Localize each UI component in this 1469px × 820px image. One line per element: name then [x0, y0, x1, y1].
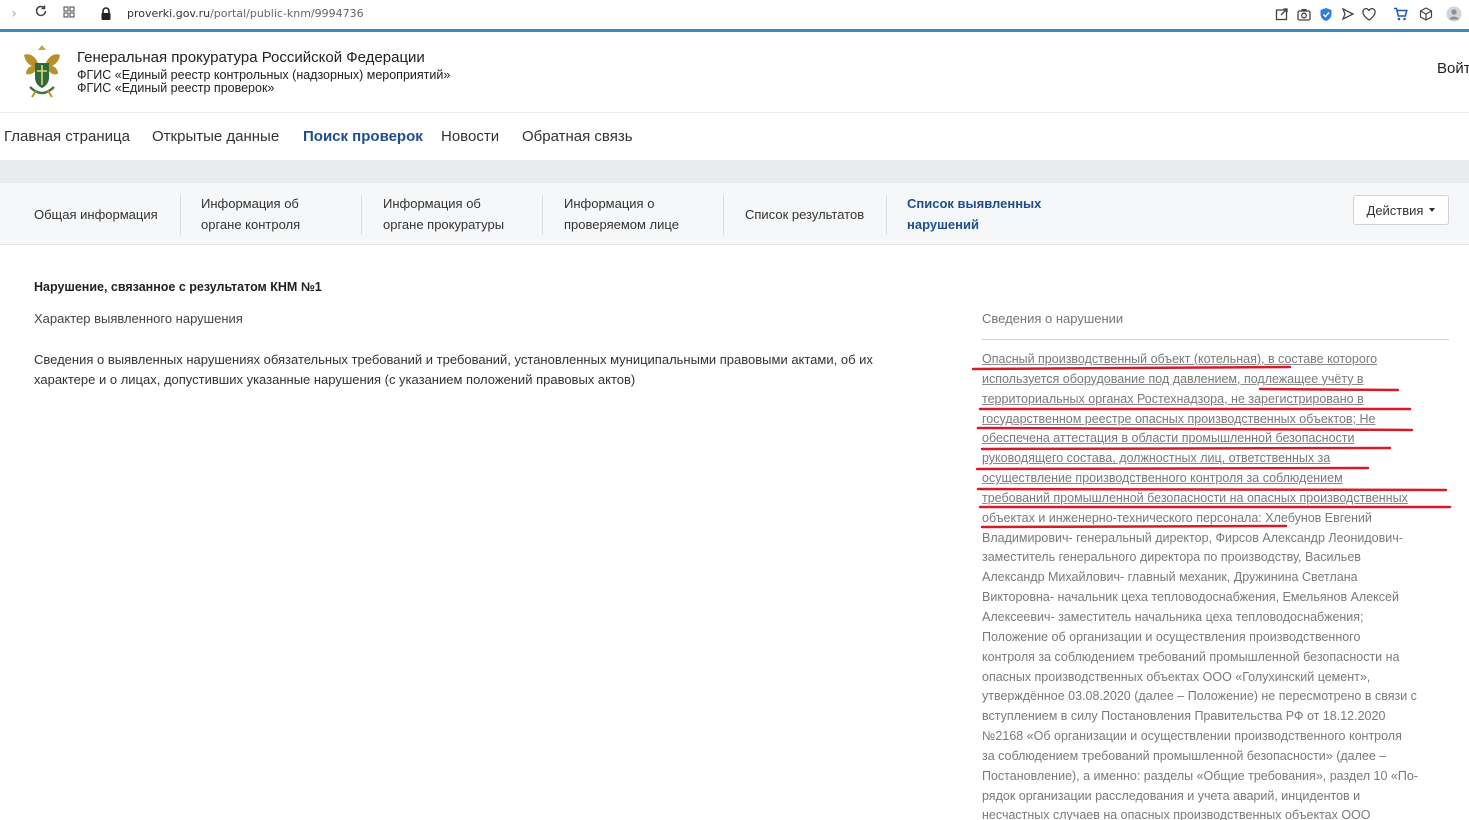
camera-icon[interactable]: [1295, 5, 1313, 23]
details-line: объектах и инженерно-технического персон…: [982, 510, 1372, 525]
site-header: Генеральная прокуратура Российской Федер…: [0, 32, 1469, 112]
send-icon[interactable]: [1339, 5, 1357, 23]
details-line: используется оборудование под давлением,…: [982, 371, 1364, 386]
tab-general-info[interactable]: Общая информация: [34, 183, 158, 245]
tab-divider: [180, 195, 181, 235]
details-line: Положение об организации и осуществления…: [982, 629, 1361, 644]
url-domain: proverki.gov.ru: [127, 7, 211, 20]
shield-check-icon[interactable]: [1317, 5, 1335, 23]
tab-divider: [361, 195, 362, 235]
url-path: /portal/public-knm/9994736: [210, 7, 364, 20]
nav-feedback[interactable]: Обратная связь: [522, 127, 633, 147]
prosecutor-emblem-icon[interactable]: [16, 41, 68, 101]
reload-icon[interactable]: [31, 4, 51, 24]
tab-label-line2: нарушений: [907, 217, 979, 232]
details-line: требований промышленной безопасности на …: [982, 490, 1408, 505]
share-icon[interactable]: [1273, 5, 1291, 23]
tab-label-line1: Информация об: [383, 196, 481, 211]
column-divider: [982, 339, 1449, 340]
lock-icon: [99, 6, 115, 22]
details-line: вступлением в силу Постановления Правите…: [982, 709, 1386, 724]
cart-icon[interactable]: [1391, 5, 1409, 23]
tab-label-line1: Информация о: [564, 196, 655, 211]
system-subtitle-knm: ФГИС «Единый реестр контрольных (надзорн…: [77, 68, 451, 82]
details-line: №2168 «Об организации и осуществлении пр…: [982, 729, 1402, 744]
tab-label-line1: Список выявленных: [907, 196, 1042, 211]
heart-icon[interactable]: [1360, 5, 1378, 23]
tab-inspected-entity[interactable]: Информация о проверяемом лице: [564, 183, 679, 245]
details-line: контроля за соблюдением требований промы…: [982, 649, 1400, 664]
details-line: Постановление), а именно: разделы «Общие…: [982, 768, 1418, 783]
details-line: руководящего состава, должностных лиц, о…: [982, 451, 1331, 466]
tab-divider: [723, 195, 724, 235]
nav-news[interactable]: Новости: [441, 127, 499, 147]
address-bar[interactable]: proverki.gov.ru/portal/public-knm/999473…: [127, 6, 364, 22]
details-line: Опасный производственный объект (котельн…: [982, 352, 1378, 366]
tab-label-line1: Информация об: [201, 196, 299, 211]
actions-dropdown-button[interactable]: Действия: [1353, 195, 1449, 225]
column-header-violation-details: Сведения о нарушении: [982, 311, 1124, 326]
apps-grid-icon[interactable]: [59, 4, 79, 24]
tab-results-list[interactable]: Список результатов: [745, 183, 864, 245]
tab-control-body[interactable]: Информация об органе контроля: [201, 183, 300, 245]
details-line: территориальных органах Ростехнадзора, н…: [982, 391, 1364, 406]
details-line: опасных производственных объектах ООО «Г…: [982, 669, 1371, 684]
box-icon[interactable]: [1417, 5, 1435, 23]
details-line: государственном реестре опасных производ…: [982, 411, 1376, 426]
details-line: Викторовна- начальник цеха тепловодоснаб…: [982, 590, 1399, 605]
main-navigation: Главная страница Открытые данные Поиск п…: [0, 112, 1469, 160]
details-line: утверждённое 03.08.2020 (далее – Положен…: [982, 689, 1417, 704]
details-line: несчастных случаев на опасных производст…: [982, 808, 1371, 820]
tab-label: Список результатов: [745, 206, 865, 222]
page-band: [0, 160, 1469, 183]
caret-down-icon: [1429, 208, 1436, 212]
inspection-tabs: Общая информация Информация об органе ко…: [0, 183, 1469, 245]
login-link[interactable]: Войти: [1437, 60, 1469, 77]
tab-divider: [542, 195, 543, 235]
forward-icon[interactable]: ›: [4, 4, 24, 24]
violation-details-text: Опасный производственный объект (котельн…: [982, 350, 1457, 820]
tab-violations-list[interactable]: Список выявленных нарушений: [907, 183, 1041, 245]
details-line: заместитель генерального директора по пр…: [982, 550, 1361, 565]
org-name: Генеральная прокуратура Российской Федер…: [77, 49, 425, 66]
details-line: Владимирович- генеральный директор, Фирс…: [982, 530, 1403, 545]
details-line: Алексеевич- заместитель начальника цеха …: [982, 609, 1364, 624]
tab-label-line2: органе прокуратуры: [383, 217, 505, 232]
details-line: осуществление производственного контроля…: [982, 471, 1343, 486]
details-line: рядок организации расследования и учета …: [982, 788, 1361, 803]
violation-section-title: Нарушение, связанное с результатом КНМ №…: [34, 280, 322, 294]
tab-divider: [886, 195, 887, 235]
details-line: за соблюдением требований промышленной б…: [982, 748, 1387, 763]
system-subtitle-proverki: ФГИС «Единый реестр проверок»: [77, 81, 275, 95]
nav-home[interactable]: Главная страница: [4, 127, 130, 147]
actions-label: Действия: [1366, 202, 1424, 218]
violation-nature-text: Сведения о выявленных нарушениях обязате…: [34, 352, 873, 387]
profile-avatar-icon[interactable]: [1445, 5, 1463, 23]
details-line: Александр Михайлович- главный механик, Д…: [982, 570, 1358, 585]
tab-label: Общая информация: [34, 206, 158, 222]
tab-prosecutor-body[interactable]: Информация об органе прокуратуры: [383, 183, 504, 245]
tab-label-line2: органе контроля: [201, 217, 301, 232]
nav-open-data[interactable]: Открытые данные: [152, 127, 279, 147]
nav-search-inspections[interactable]: Поиск проверок: [303, 127, 423, 147]
column-header-violation-nature: Характер выявленного нарушения: [34, 311, 243, 326]
tab-label-line2: проверяемом лице: [564, 217, 679, 232]
browser-toolbar: › proverki.gov.ru/portal/public-knm/9994…: [0, 0, 1469, 29]
details-line: обеспечена аттестация в области промышле…: [982, 431, 1355, 446]
